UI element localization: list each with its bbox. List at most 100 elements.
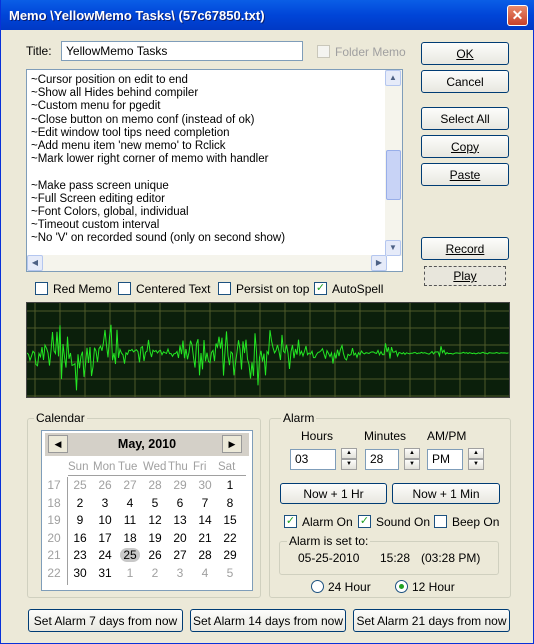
calendar-day[interactable]: 21 [195, 531, 215, 545]
calendar-day[interactable]: 9 [70, 513, 90, 527]
weekday-label: Thu [168, 461, 188, 473]
cancel-button[interactable]: Cancel [421, 70, 509, 93]
red-memo-checkbox[interactable] [35, 282, 48, 295]
calendar-day[interactable]: 5 [220, 566, 240, 580]
calendar-day[interactable]: 5 [145, 496, 165, 510]
play-button[interactable]: Play [424, 266, 506, 286]
radio-12-hour[interactable] [395, 580, 408, 593]
now-plus-hour-button[interactable]: Now + 1 Hr [280, 483, 387, 504]
calendar-day[interactable]: 15 [220, 513, 240, 527]
calendar-day[interactable]: 2 [145, 566, 165, 580]
calendar-day[interactable]: 28 [145, 478, 165, 492]
weekday-label: Sat [218, 461, 236, 473]
calendar-day[interactable]: 30 [70, 566, 90, 580]
select-all-button[interactable]: Select All [421, 107, 509, 130]
autospell-checkbox[interactable]: ✓ [314, 282, 327, 295]
next-month-icon[interactable]: ▶ [222, 435, 242, 453]
calendar-day[interactable]: 19 [145, 531, 165, 545]
calendar-day[interactable]: 25 [70, 478, 90, 492]
persist-on-top-checkbox[interactable] [218, 282, 231, 295]
sound-on-checkbox[interactable]: ✓ [358, 515, 371, 528]
calendar-day[interactable]: 7 [195, 496, 215, 510]
calendar-day[interactable]: 1 [220, 478, 240, 492]
alarm-on-checkbox[interactable]: ✓ [284, 515, 297, 528]
close-icon[interactable]: ✕ [507, 5, 528, 26]
calendar-day[interactable]: 27 [120, 478, 140, 492]
beep-on-label: Beep On [452, 515, 500, 529]
scroll-thumb[interactable] [386, 150, 401, 200]
calendar-day[interactable]: 16 [70, 531, 90, 545]
hours-input[interactable]: 03 [290, 449, 336, 470]
calendar-day[interactable]: 4 [195, 566, 215, 580]
calendar-day[interactable]: 1 [120, 566, 140, 580]
weekday-label: Sun [68, 461, 89, 473]
calendar-day[interactable]: 27 [170, 548, 190, 562]
radio-24-hour[interactable] [311, 580, 324, 593]
calendar-day[interactable]: 10 [95, 513, 115, 527]
calendar-day[interactable]: 11 [120, 513, 140, 527]
calendar-group-title: Calendar [34, 411, 87, 425]
down-icon[interactable]: ▼ [341, 459, 357, 470]
copy-button[interactable]: Copy [421, 135, 509, 158]
horizontal-scrollbar[interactable]: ◀ ▶ [27, 255, 387, 271]
calendar-day[interactable]: 26 [95, 478, 115, 492]
title-bar[interactable]: Memo \YellowMemo Tasks\ (57c67850.txt) ✕ [1, 0, 534, 30]
calendar-day[interactable]: 20 [170, 531, 190, 545]
up-icon[interactable]: ▲ [404, 448, 420, 459]
calendar-day[interactable]: 2 [70, 496, 90, 510]
hours-stepper[interactable]: ▲ ▼ [341, 448, 357, 470]
calendar-day[interactable]: 26 [145, 548, 165, 562]
calendar-day[interactable]: 23 [70, 548, 90, 562]
calendar-day[interactable]: 6 [170, 496, 190, 510]
minutes-input[interactable]: 28 [365, 449, 399, 470]
beep-on-checkbox[interactable] [434, 515, 447, 528]
week-number: 19 [47, 513, 61, 527]
calendar[interactable]: ◀ May, 2010 ▶ Sun Mon Tue Wed Thu Fri Sat 17 25 2… [41, 430, 253, 591]
calendar-day[interactable]: 18 [120, 531, 140, 545]
title-label: Title: [26, 44, 52, 58]
down-icon[interactable]: ▼ [404, 459, 420, 470]
ampm-stepper[interactable]: ▲ ▼ [468, 448, 484, 470]
calendar-day[interactable]: 13 [170, 513, 190, 527]
paste-button[interactable]: Paste [421, 163, 509, 186]
title-input[interactable]: YellowMemo Tasks [61, 41, 303, 61]
ampm-input[interactable]: PM [427, 449, 463, 470]
up-icon[interactable]: ▲ [341, 448, 357, 459]
folder-memo-checkbox[interactable] [317, 45, 330, 58]
up-icon[interactable]: ▲ [468, 448, 484, 459]
calendar-day[interactable]: 4 [120, 496, 140, 510]
weekday-label: Tue [118, 461, 138, 473]
calendar-day[interactable]: 22 [220, 531, 240, 545]
centered-text-checkbox[interactable] [118, 282, 131, 295]
scroll-left-icon[interactable]: ◀ [27, 255, 43, 271]
calendar-day[interactable]: 3 [170, 566, 190, 580]
scroll-up-icon[interactable]: ▲ [385, 70, 401, 86]
ok-label: OK [456, 46, 474, 61]
calendar-day[interactable]: 24 [95, 548, 115, 562]
set-alarm-14-days-button[interactable]: Set Alarm 14 days from now [190, 609, 346, 632]
calendar-day[interactable]: 29 [170, 478, 190, 492]
record-button[interactable]: Record [421, 237, 509, 260]
minutes-stepper[interactable]: ▲ ▼ [404, 448, 420, 470]
calendar-day[interactable]: 28 [195, 548, 215, 562]
scroll-down-icon[interactable]: ▼ [385, 240, 401, 256]
calendar-day[interactable]: 8 [220, 496, 240, 510]
calendar-day[interactable]: 25 [120, 548, 140, 562]
set-alarm-21-days-button[interactable]: Set Alarm 21 days from now [353, 609, 510, 632]
vertical-scrollbar[interactable]: ▲ ▼ [385, 70, 402, 256]
memo-textarea[interactable]: ~Cursor position on edit to end ~Show al… [26, 69, 403, 272]
waveform-svg [26, 303, 509, 397]
calendar-day[interactable]: 17 [95, 531, 115, 545]
calendar-day[interactable]: 31 [95, 566, 115, 580]
memo-text[interactable]: ~Cursor position on edit to end ~Show al… [31, 74, 285, 246]
scroll-right-icon[interactable]: ▶ [371, 255, 387, 271]
calendar-day[interactable]: 14 [195, 513, 215, 527]
ok-button[interactable]: OK [421, 42, 509, 65]
calendar-day[interactable]: 3 [95, 496, 115, 510]
calendar-day[interactable]: 29 [220, 548, 240, 562]
down-icon[interactable]: ▼ [468, 459, 484, 470]
now-plus-minute-button[interactable]: Now + 1 Min [392, 483, 500, 504]
calendar-day[interactable]: 12 [145, 513, 165, 527]
calendar-day[interactable]: 30 [195, 478, 215, 492]
set-alarm-7-days-button[interactable]: Set Alarm 7 days from now [28, 609, 183, 632]
